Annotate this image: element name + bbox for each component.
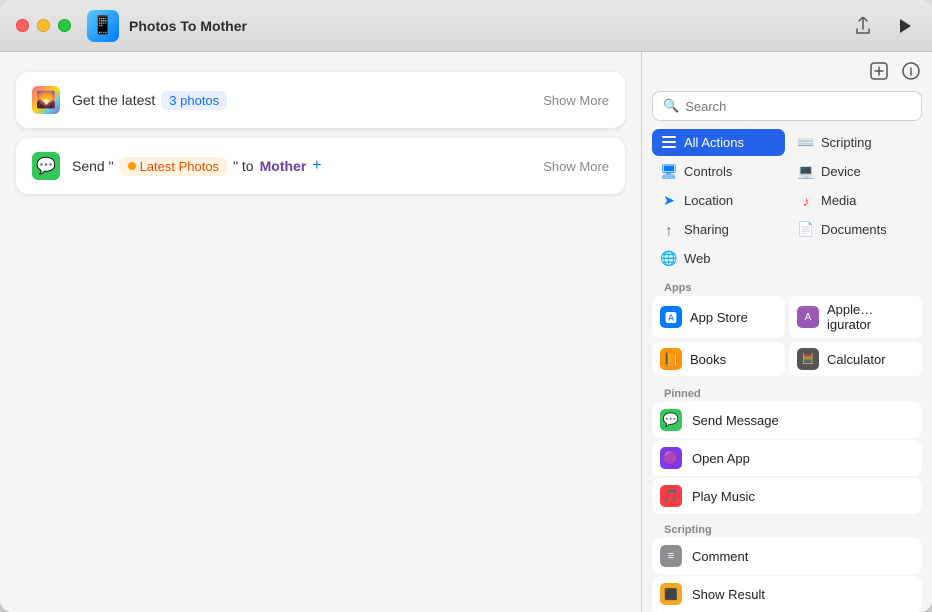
photos-icon: 🌄 — [32, 86, 60, 114]
location-icon: ➤ — [660, 192, 678, 209]
action-card-get-photos[interactable]: 🌄 Get the latest 3 photos Show More — [16, 72, 625, 128]
calculator-icon: 🧮 — [797, 348, 819, 370]
app-row-calculator[interactable]: 🧮 Calculator — [789, 342, 922, 376]
app-icon: 📱 — [87, 10, 119, 42]
scripting-icon: ⌨️ — [797, 134, 815, 151]
search-bar[interactable]: 🔍 — [652, 91, 922, 121]
action-label: Comment — [692, 549, 748, 564]
photos-count-tag[interactable]: 3 photos — [161, 91, 227, 110]
app-row-configurator[interactable]: A Apple…igurator — [789, 296, 922, 338]
categories-grid: All Actions ⌨️ Scripting 🖥 Controls 💻 De… — [642, 129, 932, 278]
info-btn[interactable] — [902, 62, 920, 85]
category-device[interactable]: 💻 Device — [789, 158, 922, 185]
category-web[interactable]: 🌐 Web — [652, 245, 785, 272]
scripting-section-label: Scripting — [652, 520, 922, 538]
app-label: Books — [690, 352, 726, 367]
action-row-play-music[interactable]: 🎵 Play Music — [652, 478, 922, 514]
panel-header — [642, 52, 932, 91]
play-music-icon: 🎵 — [660, 485, 682, 507]
app-label: Apple…igurator — [827, 302, 914, 332]
all-actions-icon — [660, 135, 678, 151]
show-more-btn-2[interactable]: Show More — [543, 159, 609, 174]
sharing-icon: ↑ — [660, 222, 678, 238]
titlebar-actions — [852, 15, 916, 37]
latest-photos-tag[interactable]: Latest Photos — [120, 157, 228, 176]
action-row-open-app[interactable]: 🟣 Open App — [652, 440, 922, 476]
titlebar: 📱 Photos To Mother — [0, 0, 932, 52]
category-sharing[interactable]: ↑ Sharing — [652, 216, 785, 243]
category-all-actions[interactable]: All Actions — [652, 129, 785, 156]
send-text-middle: " to — [233, 158, 254, 174]
category-label: Media — [821, 193, 856, 208]
action-label: Open App — [692, 451, 750, 466]
action-text-before: Get the latest — [72, 92, 155, 108]
workflow-panel: 🌄 Get the latest 3 photos Show More 💬 Se… — [0, 52, 642, 612]
action-row-show-result[interactable]: ⬛ Show Result — [652, 576, 922, 612]
category-controls[interactable]: 🖥 Controls — [652, 158, 785, 185]
apps-section-label: Apps — [652, 278, 922, 296]
documents-icon: 📄 — [797, 221, 815, 238]
books-icon: 📙 — [660, 348, 682, 370]
category-label: Web — [684, 251, 711, 266]
apps-grid: 🅰 App Store A Apple…igurator 📙 Books 🧮 C… — [652, 296, 922, 378]
category-label: Sharing — [684, 222, 729, 237]
app-row-appstore[interactable]: 🅰 App Store — [652, 296, 785, 338]
comment-icon: ≡ — [660, 545, 682, 567]
web-icon: 🌐 — [660, 250, 678, 267]
show-more-btn-1[interactable]: Show More — [543, 93, 609, 108]
maximize-button[interactable] — [58, 19, 71, 32]
device-icon: 💻 — [797, 163, 815, 180]
show-result-icon: ⬛ — [660, 583, 682, 605]
action-card-content-2: Send " Latest Photos " to Mother + — [72, 157, 531, 176]
app-row-books[interactable]: 📙 Books — [652, 342, 785, 376]
action-label: Show Result — [692, 587, 765, 602]
category-label: Controls — [684, 164, 732, 179]
search-input[interactable] — [685, 99, 911, 114]
send-text-before: Send " — [72, 158, 114, 174]
action-row-comment[interactable]: ≡ Comment — [652, 538, 922, 574]
category-location[interactable]: ➤ Location — [652, 187, 785, 214]
controls-icon: 🖥 — [660, 163, 678, 180]
category-label: Location — [684, 193, 733, 208]
category-label: All Actions — [684, 135, 744, 150]
traffic-lights — [16, 19, 71, 32]
action-row-send-message[interactable]: 💬 Send Message — [652, 402, 922, 438]
add-shortcut-btn[interactable] — [870, 62, 888, 85]
content-area: 🌄 Get the latest 3 photos Show More 💬 Se… — [0, 52, 932, 612]
action-label: Send Message — [692, 413, 779, 428]
send-message-icon: 💬 — [660, 409, 682, 431]
app-label: App Store — [690, 310, 748, 325]
action-label: Play Music — [692, 489, 755, 504]
category-label: Scripting — [821, 135, 872, 150]
category-documents[interactable]: 📄 Documents — [789, 216, 922, 243]
open-app-icon: 🟣 — [660, 447, 682, 469]
category-scripting[interactable]: ⌨️ Scripting — [789, 129, 922, 156]
app-label: Calculator — [827, 352, 886, 367]
appstore-icon: 🅰 — [660, 306, 682, 328]
category-media[interactable]: ♪ Media — [789, 187, 922, 214]
category-label: Documents — [821, 222, 887, 237]
share-button[interactable] — [852, 15, 874, 37]
play-button[interactable] — [894, 15, 916, 37]
configurator-icon: A — [797, 306, 819, 328]
action-card-send-message[interactable]: 💬 Send " Latest Photos " to Mother + Sho… — [16, 138, 625, 194]
window-title: Photos To Mother — [129, 18, 852, 34]
actions-panel: 🔍 All Actions — [642, 52, 932, 612]
action-list: Apps 🅰 App Store A Apple…igurator 📙 Book… — [642, 278, 932, 612]
close-button[interactable] — [16, 19, 29, 32]
minimize-button[interactable] — [37, 19, 50, 32]
media-icon: ♪ — [797, 193, 815, 209]
pinned-section-label: Pinned — [652, 384, 922, 402]
messages-icon: 💬 — [32, 152, 60, 180]
add-recipient-btn[interactable]: + — [312, 157, 321, 175]
main-window: 📱 Photos To Mother 🌄 Get the latest — [0, 0, 932, 612]
action-card-content: Get the latest 3 photos — [72, 91, 531, 110]
category-label: Device — [821, 164, 861, 179]
recipient-tag[interactable]: Mother — [260, 158, 307, 174]
search-icon: 🔍 — [663, 98, 679, 114]
